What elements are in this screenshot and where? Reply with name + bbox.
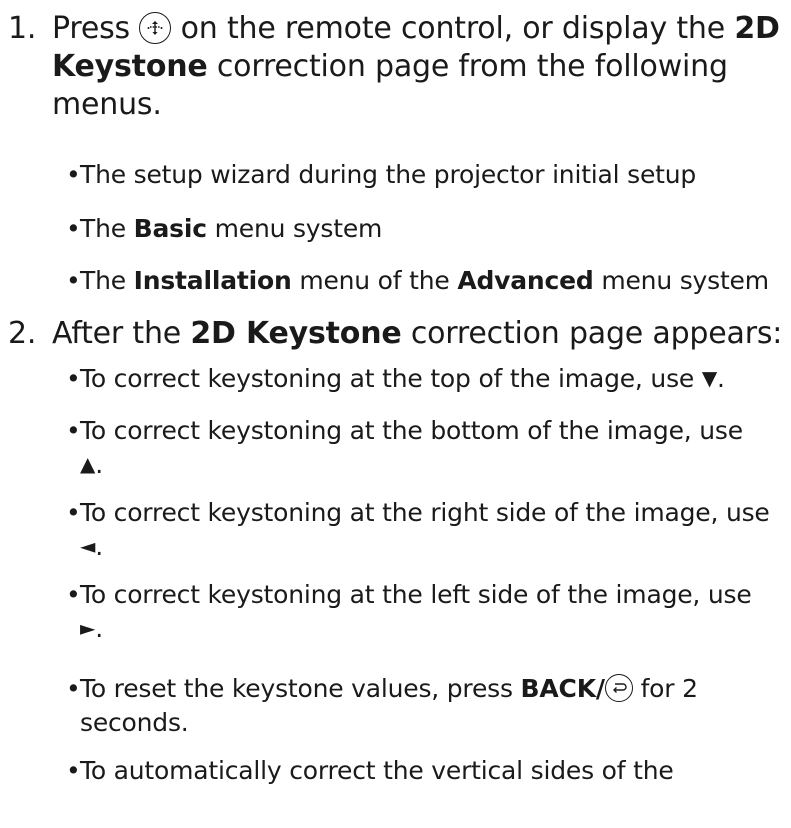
bullet-text: To correct keystoning at the bottom of t…: [80, 416, 743, 445]
instruction-page: 1. Press on the remote control, or displ…: [0, 0, 791, 828]
step-text: Press: [52, 11, 130, 46]
period: .: [95, 532, 103, 561]
bullet-dot: •: [66, 160, 81, 189]
step2-bullet-left: • To correct keystoning at the left side…: [66, 578, 784, 647]
up-arrow-icon: ▲: [80, 452, 96, 476]
bullet-dot: •: [66, 364, 81, 393]
bullet-text: The: [80, 214, 126, 243]
bullet-dot: •: [66, 674, 81, 703]
step-text: menus.: [52, 87, 162, 122]
step2-bullet-auto: • To automatically correct the vertical …: [66, 754, 784, 788]
step1-bullet-1: • The setup wizard during the projector …: [66, 158, 784, 192]
bullet-text: menu system: [214, 214, 383, 243]
step-text: correction page appears:: [410, 316, 783, 351]
period: .: [717, 364, 725, 393]
bullet-bold: Installation: [133, 266, 292, 295]
down-arrow-icon: ▼: [701, 366, 718, 390]
step2-bullet-reset: • To reset the keystone values, press BA…: [66, 672, 784, 740]
step-bold: 2D Keystone: [190, 316, 402, 351]
keystone-icon: [139, 11, 172, 44]
bullet-text: To automatically correct the vertical si…: [80, 756, 674, 785]
step1-bullet-2: • The Basic menu system: [66, 212, 784, 246]
step-text: correction page from the following: [216, 49, 728, 84]
bullet-text: To reset the keystone values, press: [80, 674, 513, 703]
bullet-bold: Basic: [133, 214, 207, 243]
bullet-dot: •: [66, 214, 81, 243]
step-number: 1.: [8, 11, 37, 46]
step2-bullet-bottom: • To correct keystoning at the bottom of…: [66, 414, 784, 483]
bullet-dot: •: [66, 498, 81, 527]
period: .: [95, 450, 103, 479]
step-number: 2.: [8, 316, 37, 351]
bullet-text: To correct keystoning at the right side …: [80, 498, 770, 527]
bullet-text: To correct keystoning at the top of the …: [80, 364, 695, 393]
bullet-text: for 2: [640, 674, 698, 703]
period: .: [95, 614, 103, 643]
bullet-text: To correct keystoning at the left side o…: [80, 580, 752, 609]
step-text: After the: [52, 316, 182, 351]
left-arrow-icon: ◄: [80, 534, 96, 558]
bullet-text: menu of the: [299, 266, 450, 295]
bullet-text: The setup wizard during the projector in…: [80, 160, 697, 189]
step-text: on the remote control, or display the: [180, 11, 726, 46]
bullet-dot: •: [66, 266, 81, 295]
bullet-bold: Advanced: [457, 266, 594, 295]
bullet-dot: •: [66, 416, 81, 445]
bullet-text: The: [80, 266, 126, 295]
bullet-dot: •: [66, 580, 81, 609]
step2-bullet-right: • To correct keystoning at the right sid…: [66, 496, 784, 565]
bullet-text: menu system: [601, 266, 769, 295]
step-body: After the 2D Keystone correction page ap…: [52, 315, 783, 353]
bullet-text: seconds.: [80, 708, 189, 737]
step2-bullet-top: • To correct keystoning at the top of th…: [66, 362, 784, 397]
step-1: 1. Press on the remote control, or displ…: [8, 10, 783, 124]
step-body: Press on the remote control, or display …: [52, 10, 783, 124]
step1-bullet-3: • The Installation menu of the Advanced …: [66, 264, 784, 298]
bullet-dot: •: [66, 756, 81, 785]
step-2: 2. After the 2D Keystone correction page…: [8, 315, 783, 353]
bullet-bold: BACK: [520, 674, 597, 703]
right-arrow-icon: ►: [80, 616, 96, 640]
slash: /: [595, 674, 605, 703]
back-icon: [604, 674, 633, 702]
